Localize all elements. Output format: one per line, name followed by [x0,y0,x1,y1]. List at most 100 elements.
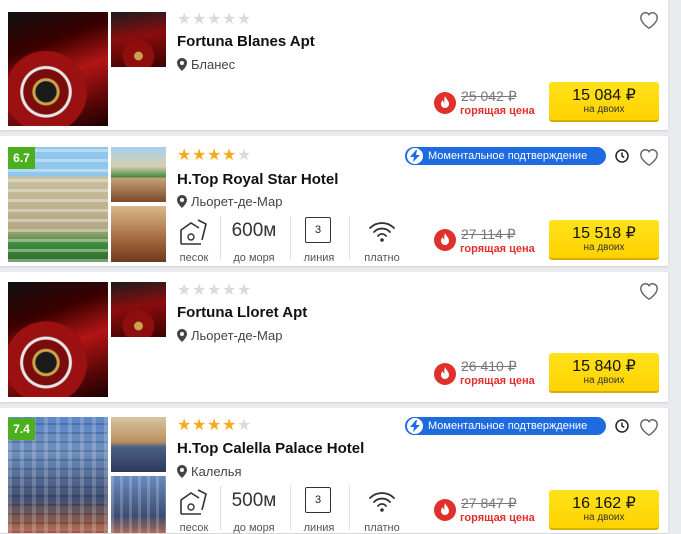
divider [220,216,221,260]
wifi-icon [369,492,395,512]
map-pin-icon [177,465,187,478]
star-icon: ★ [207,417,222,434]
hotel-card[interactable]: ★★★★★ Fortuna Lloret Apt Льорет-де-Мар 2… [0,272,668,402]
hotel-location: Льорет-де-Мар [177,328,282,343]
lightning-icon [407,418,423,434]
distance-value: 500м [231,490,277,511]
hotel-photo[interactable] [8,282,108,397]
price-subtitle: на двоих [583,511,625,523]
old-price: 26 410 ₽ [461,358,517,374]
price-button[interactable]: 15 518 ₽ на двоих [549,220,659,258]
beach-feature: песок [172,214,216,264]
wifi-icon [369,222,395,242]
star-rating: ★★★★★ [177,148,252,164]
star-icon: ★ [207,147,222,164]
divider [349,216,350,260]
rating-score-badge: 7.4 [8,418,35,440]
distance-label: до моря [233,522,275,534]
line-label: линия [303,252,335,264]
fire-icon [434,363,456,385]
divider [349,486,350,530]
divider [290,216,291,260]
location-label: Бланес [191,57,236,72]
star-icon: ★ [237,417,252,434]
star-icon: ★ [237,147,252,164]
hotel-photo-thumb[interactable] [111,206,166,262]
instant-confirmation-label: Моментальное подтверждение [428,420,588,432]
hot-price-label: горящая цена [460,512,535,524]
hotel-features: песок 500м до моря 3 линия платно [172,484,412,534]
line-label: линия [303,522,335,534]
hotel-photo-thumb[interactable] [111,282,166,337]
map-pin-icon [177,195,187,208]
star-icon: ★ [192,147,207,164]
hotel-card[interactable]: 6.7 ★★★★★ Моментальное подтверждение H.T… [0,136,668,266]
distance-feature: 500м до моря [224,484,284,534]
beach-label: песок [179,252,209,264]
wifi-feature: платно [358,214,406,264]
star-rating: ★★★★★ [177,418,252,434]
beach-feature: песок [172,484,216,534]
star-icon: ★ [192,11,207,28]
star-icon: ★ [207,11,222,28]
favorite-heart-icon[interactable] [638,281,660,301]
hotel-card[interactable]: 7.4 ★★★★★ Моментальное подтверждение H.T… [0,408,668,534]
line-feature: 3 линия [294,484,344,534]
hotel-photo[interactable] [8,12,108,126]
hotel-location: Льорет-де-Мар [177,194,282,209]
hotel-name[interactable]: H.Top Calella Palace Hotel [177,440,364,457]
price-subtitle: на двоих [583,374,625,386]
wifi-feature: платно [358,484,406,534]
instant-confirmation-badge: Моментальное подтверждение [405,147,606,165]
star-icon: ★ [192,282,207,299]
star-icon: ★ [222,147,237,164]
price-button[interactable]: 16 162 ₽ на двоих [549,490,659,528]
wifi-label: платно [364,522,400,534]
map-pin-icon [177,329,187,342]
distance-label: до моря [233,252,275,264]
hotel-location: Бланес [177,57,235,72]
line-feature: 3 линия [294,214,344,264]
star-icon: ★ [177,147,192,164]
hotel-name[interactable]: Fortuna Blanes Apt [177,33,315,50]
price-button[interactable]: 15 084 ₽ на двоих [549,82,659,120]
instant-confirmation-label: Моментальное подтверждение [428,150,588,162]
favorite-heart-icon[interactable] [638,147,660,167]
star-icon: ★ [177,417,192,434]
star-icon: ★ [192,417,207,434]
hotel-name[interactable]: H.Top Royal Star Hotel [177,171,338,188]
star-icon: ★ [222,282,237,299]
location-label: Калелья [191,464,242,479]
price-button[interactable]: 15 840 ₽ на двоих [549,353,659,391]
hotel-photo-thumb[interactable] [111,476,166,533]
favorite-heart-icon[interactable] [638,417,660,437]
fire-icon [434,229,456,251]
distance-value: 600м [231,220,277,241]
star-icon: ★ [237,282,252,299]
hotel-card[interactable]: ★★★★★ Fortuna Blanes Apt Бланес 25 042 ₽… [0,0,668,130]
divider [290,486,291,530]
star-rating: ★★★★★ [177,12,252,28]
map-pin-icon [177,58,187,71]
price-subtitle: на двоих [583,103,625,115]
fire-icon [434,499,456,521]
favorite-heart-icon[interactable] [638,10,660,30]
hotel-name[interactable]: Fortuna Lloret Apt [177,304,307,321]
hot-price-label: горящая цена [460,243,535,255]
lightning-icon [407,148,423,164]
price-value: 16 162 ₽ [572,494,636,512]
hotel-photo-thumb[interactable] [111,147,166,202]
beach-label: песок [179,522,209,534]
hotel-photo-thumb[interactable] [111,417,166,472]
rating-score-badge: 6.7 [8,147,35,169]
fire-icon [434,92,456,114]
star-icon: ★ [177,11,192,28]
hotel-photo-thumb[interactable] [111,12,166,67]
old-price: 25 042 ₽ [461,88,517,104]
sand-beach-icon [180,219,207,245]
wifi-label: платно [364,252,400,264]
old-price: 27 114 ₽ [461,226,516,242]
divider [220,486,221,530]
star-icon: ★ [222,417,237,434]
line-value: 3 [305,217,331,243]
